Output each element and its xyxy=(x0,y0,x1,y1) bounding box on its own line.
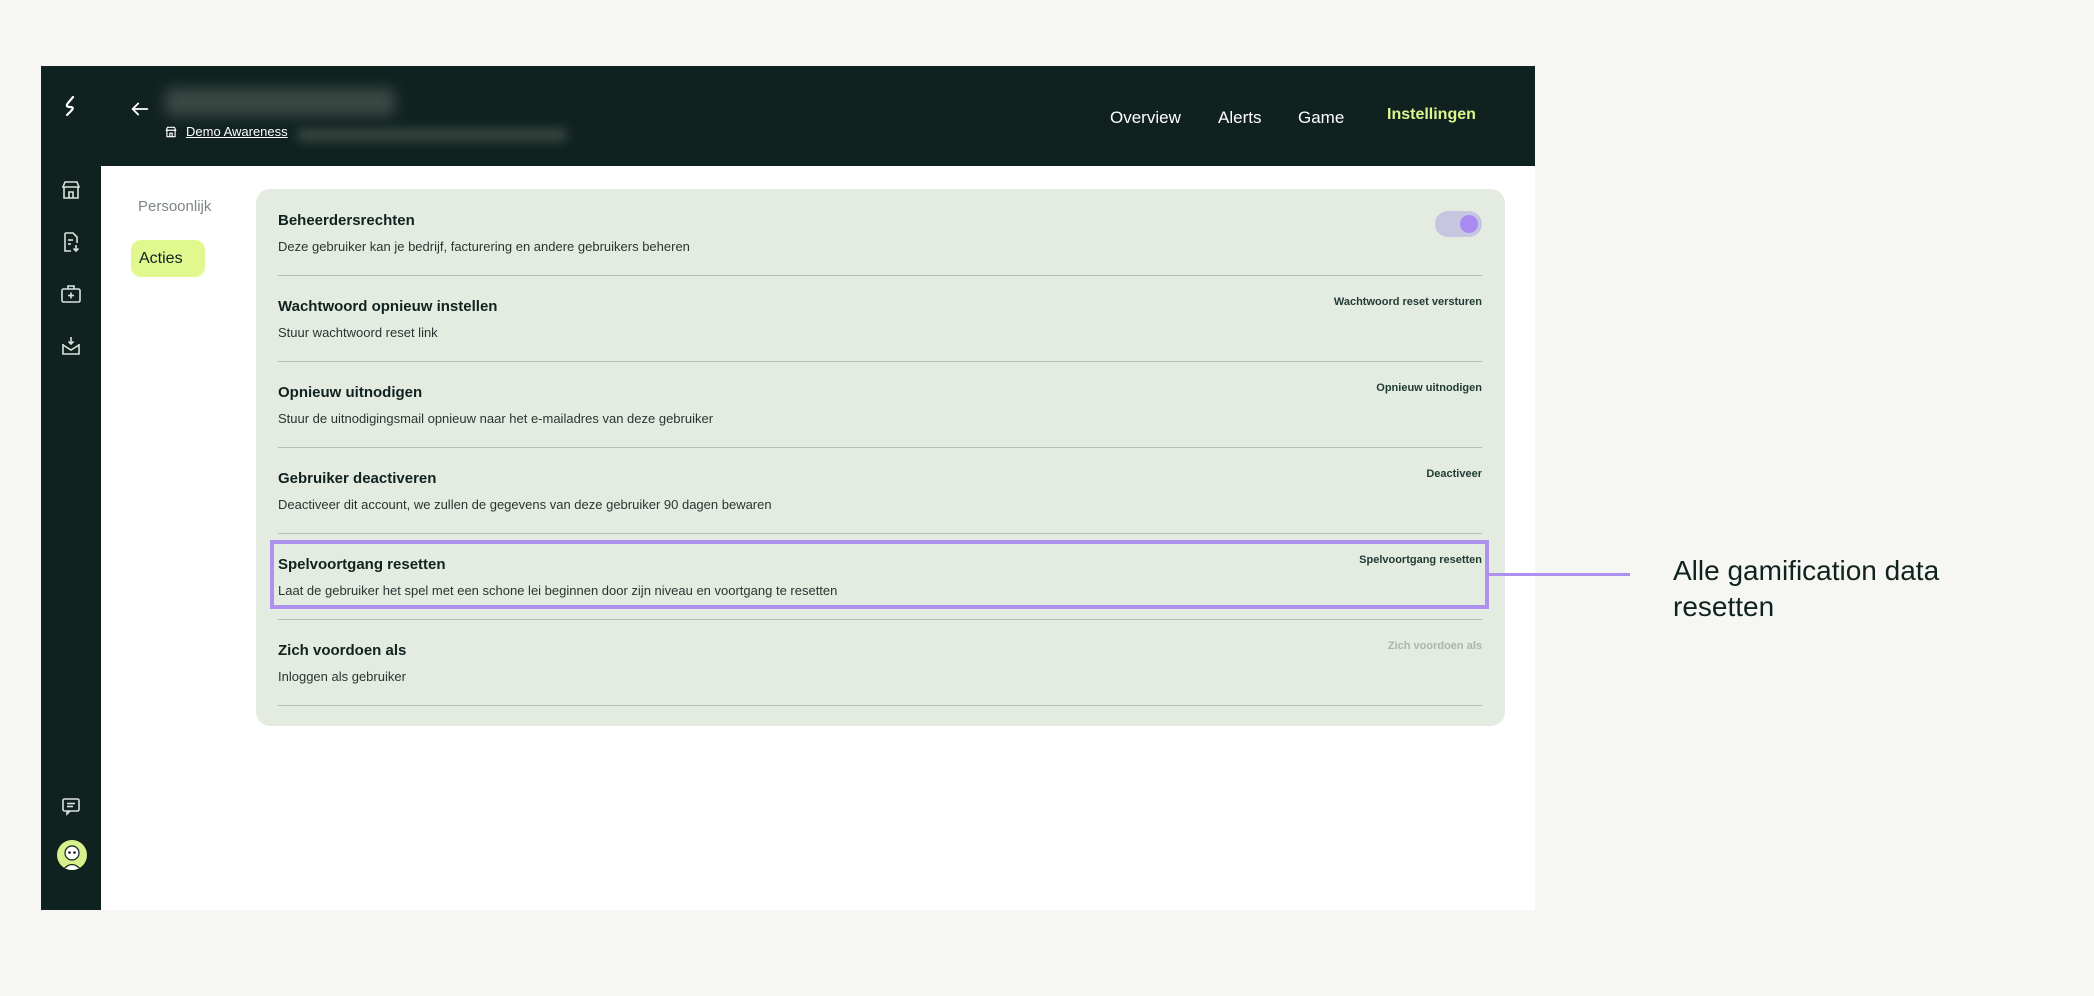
deactivate-button[interactable]: Deactiveer xyxy=(1426,468,1482,480)
settings-row-deactivate: Gebruiker deactiveren Deactiveer dit acc… xyxy=(278,447,1482,534)
subnav-acties[interactable]: Acties xyxy=(131,240,205,277)
nav-alerts[interactable]: Alerts xyxy=(1218,108,1261,128)
avatar[interactable] xyxy=(57,840,87,870)
send-password-reset-button[interactable]: Wachtwoord reset versturen xyxy=(1334,296,1482,308)
document-download-icon[interactable] xyxy=(59,230,83,254)
back-arrow-icon[interactable] xyxy=(129,98,151,120)
row-description: Deze gebruiker kan je bedrijf, factureri… xyxy=(278,239,690,254)
user-name-redacted xyxy=(165,88,395,116)
settings-row-impersonate: Zich voordoen als Inloggen als gebruiker… xyxy=(278,619,1482,706)
settings-row-reset-password: Wachtwoord opnieuw instellen Stuur wacht… xyxy=(278,275,1482,362)
toggle-knob xyxy=(1460,215,1478,233)
organization-row: Demo Awareness xyxy=(164,124,288,139)
nav-overview[interactable]: Overview xyxy=(1110,108,1181,128)
impersonate-button[interactable]: Zich voordoen als xyxy=(1388,640,1482,652)
callout-connector-line xyxy=(1489,573,1630,576)
logo-icon[interactable] xyxy=(59,94,83,118)
row-description: Stuur de uitnodigingsmail opnieuw naar h… xyxy=(278,411,714,426)
top-bar: Demo Awareness Overview Alerts Game Inst… xyxy=(101,66,1535,166)
row-title: Gebruiker deactiveren xyxy=(278,470,437,487)
mail-inbox-icon[interactable] xyxy=(59,334,83,358)
row-title: Wachtwoord opnieuw instellen xyxy=(278,298,498,315)
chat-icon[interactable] xyxy=(59,794,83,818)
side-rail xyxy=(41,66,101,910)
row-description: Inloggen als gebruiker xyxy=(278,669,406,684)
nav-instellingen[interactable]: Instellingen xyxy=(1387,106,1476,124)
callout-annotation: Alle gamification data resetten xyxy=(1673,555,1940,622)
row-title: Opnieuw uitnodigen xyxy=(278,384,423,401)
nav-game[interactable]: Game xyxy=(1298,108,1344,128)
medkit-icon[interactable] xyxy=(59,282,83,306)
row-description: Deactiveer dit account, we zullen de geg… xyxy=(278,497,772,512)
app-window: Demo Awareness Overview Alerts Game Inst… xyxy=(41,66,1535,910)
actions-card: Beheerdersrechten Deze gebruiker kan je … xyxy=(256,189,1505,726)
settings-row-reinvite: Opnieuw uitnodigen Stuur de uitnodigings… xyxy=(278,361,1482,448)
user-email-redacted xyxy=(297,128,567,142)
store-icon[interactable] xyxy=(59,178,83,202)
subnav-persoonlijk[interactable]: Persoonlijk xyxy=(138,198,211,215)
store-small-icon xyxy=(164,125,178,139)
row-description: Stuur wachtwoord reset link xyxy=(278,325,438,340)
row-title: Zich voordoen als xyxy=(278,642,407,659)
organization-link[interactable]: Demo Awareness xyxy=(186,124,288,139)
reinvite-button[interactable]: Opnieuw uitnodigen xyxy=(1376,382,1482,394)
settings-row-admin-rights: Beheerdersrechten Deze gebruiker kan je … xyxy=(278,189,1482,276)
admin-rights-toggle[interactable] xyxy=(1435,211,1482,237)
row-title: Beheerdersrechten xyxy=(278,212,415,229)
highlight-box xyxy=(270,540,1489,609)
